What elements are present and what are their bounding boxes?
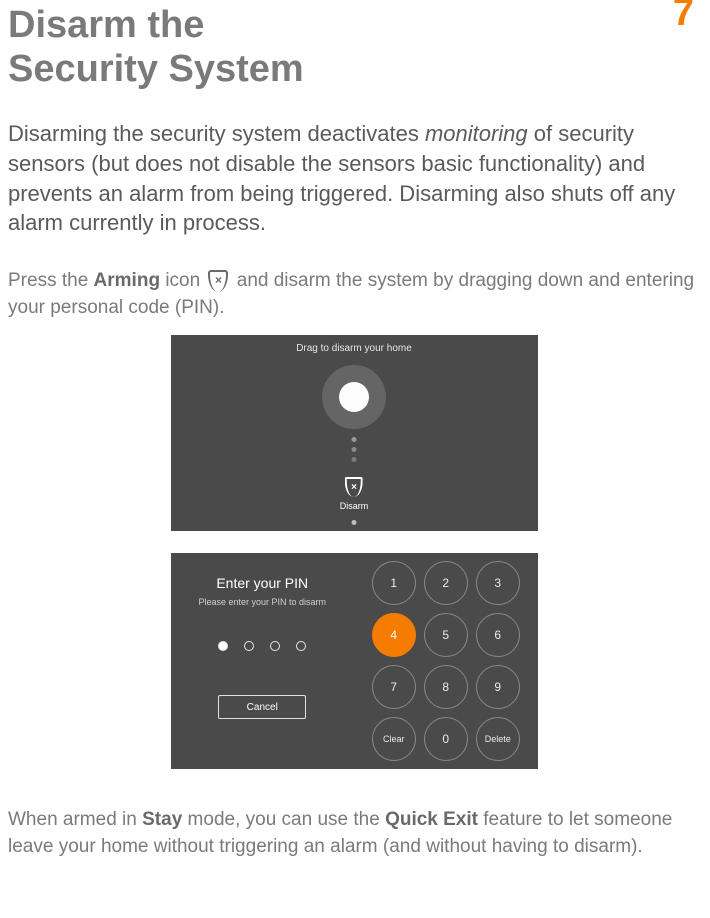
pin-left-panel: Enter your PIN Please enter your PIN to …: [171, 553, 355, 769]
key-5[interactable]: 5: [424, 613, 468, 657]
screenshot-drag-disarm: Drag to disarm your home Disarm: [171, 335, 538, 531]
arming-shield-icon: [208, 270, 228, 292]
trail-dot: [352, 457, 357, 462]
key-6[interactable]: 6: [476, 613, 520, 657]
screenshot-pin-entry: Enter your PIN Please enter your PIN to …: [171, 553, 538, 769]
instruction-mid: icon: [160, 270, 205, 291]
stay-mode-note: When armed in Stay mode, you can use the…: [8, 807, 700, 860]
pin-keypad: 1 2 3 4 5 6 7 8 9 Clear 0 Delete: [372, 561, 520, 761]
note-bold-stay: Stay: [142, 809, 182, 830]
drag-prompt-text: Drag to disarm your home: [171, 343, 538, 354]
key-2[interactable]: 2: [424, 561, 468, 605]
title-line-1: Disarm the: [8, 4, 204, 46]
key-0[interactable]: 0: [424, 717, 468, 761]
figure-stack: Drag to disarm your home Disarm Enter yo…: [8, 335, 700, 769]
instruction-paragraph: Press the Arming icon and disarm the sys…: [8, 268, 700, 321]
cancel-button[interactable]: Cancel: [218, 695, 306, 719]
key-7[interactable]: 7: [372, 665, 416, 709]
key-clear[interactable]: Clear: [372, 717, 416, 761]
key-8[interactable]: 8: [424, 665, 468, 709]
document-page: 7 Disarm the Security System Disarming t…: [0, 0, 710, 881]
trail-dot: [352, 437, 357, 442]
intro-paragraph: Disarming the security system deactivate…: [8, 119, 700, 238]
page-indicator-dot: [352, 520, 357, 525]
note-bold-quickexit: Quick Exit: [385, 809, 478, 830]
pin-dot-empty: [244, 641, 254, 651]
note-pre: When armed in: [8, 809, 142, 830]
disarm-label: Disarm: [340, 501, 369, 511]
instruction-pre: Press the: [8, 270, 94, 291]
pin-dot-filled: [218, 641, 228, 651]
page-title: Disarm the Security System: [8, 4, 700, 91]
disarm-target[interactable]: Disarm: [340, 477, 369, 511]
key-9[interactable]: 9: [476, 665, 520, 709]
disarm-shield-icon: [345, 477, 363, 497]
key-delete[interactable]: Delete: [476, 717, 520, 761]
pin-subtext: Please enter your PIN to disarm: [198, 597, 326, 607]
page-header: 7 Disarm the Security System: [8, 0, 700, 91]
key-3[interactable]: 3: [476, 561, 520, 605]
drag-handle-outer[interactable]: [322, 365, 386, 429]
note-mid: mode, you can use the: [182, 809, 385, 830]
page-number: 7: [673, 0, 694, 35]
intro-text-1: Disarming the security system deactivate…: [8, 121, 425, 146]
pin-dot-empty: [270, 641, 280, 651]
title-line-2: Security System: [8, 48, 304, 90]
pin-progress-dots: [218, 641, 306, 651]
trail-dot: [352, 447, 357, 452]
drag-handle-knob[interactable]: [339, 382, 369, 412]
pin-dot-empty: [296, 641, 306, 651]
key-1[interactable]: 1: [372, 561, 416, 605]
intro-emphasis: monitoring: [425, 121, 528, 146]
pin-right-panel: 1 2 3 4 5 6 7 8 9 Clear 0 Delete: [354, 553, 538, 769]
pin-heading: Enter your PIN: [216, 575, 308, 591]
drag-trail-dots: [352, 437, 357, 462]
instruction-bold-arming: Arming: [94, 270, 161, 291]
key-4[interactable]: 4: [372, 613, 416, 657]
